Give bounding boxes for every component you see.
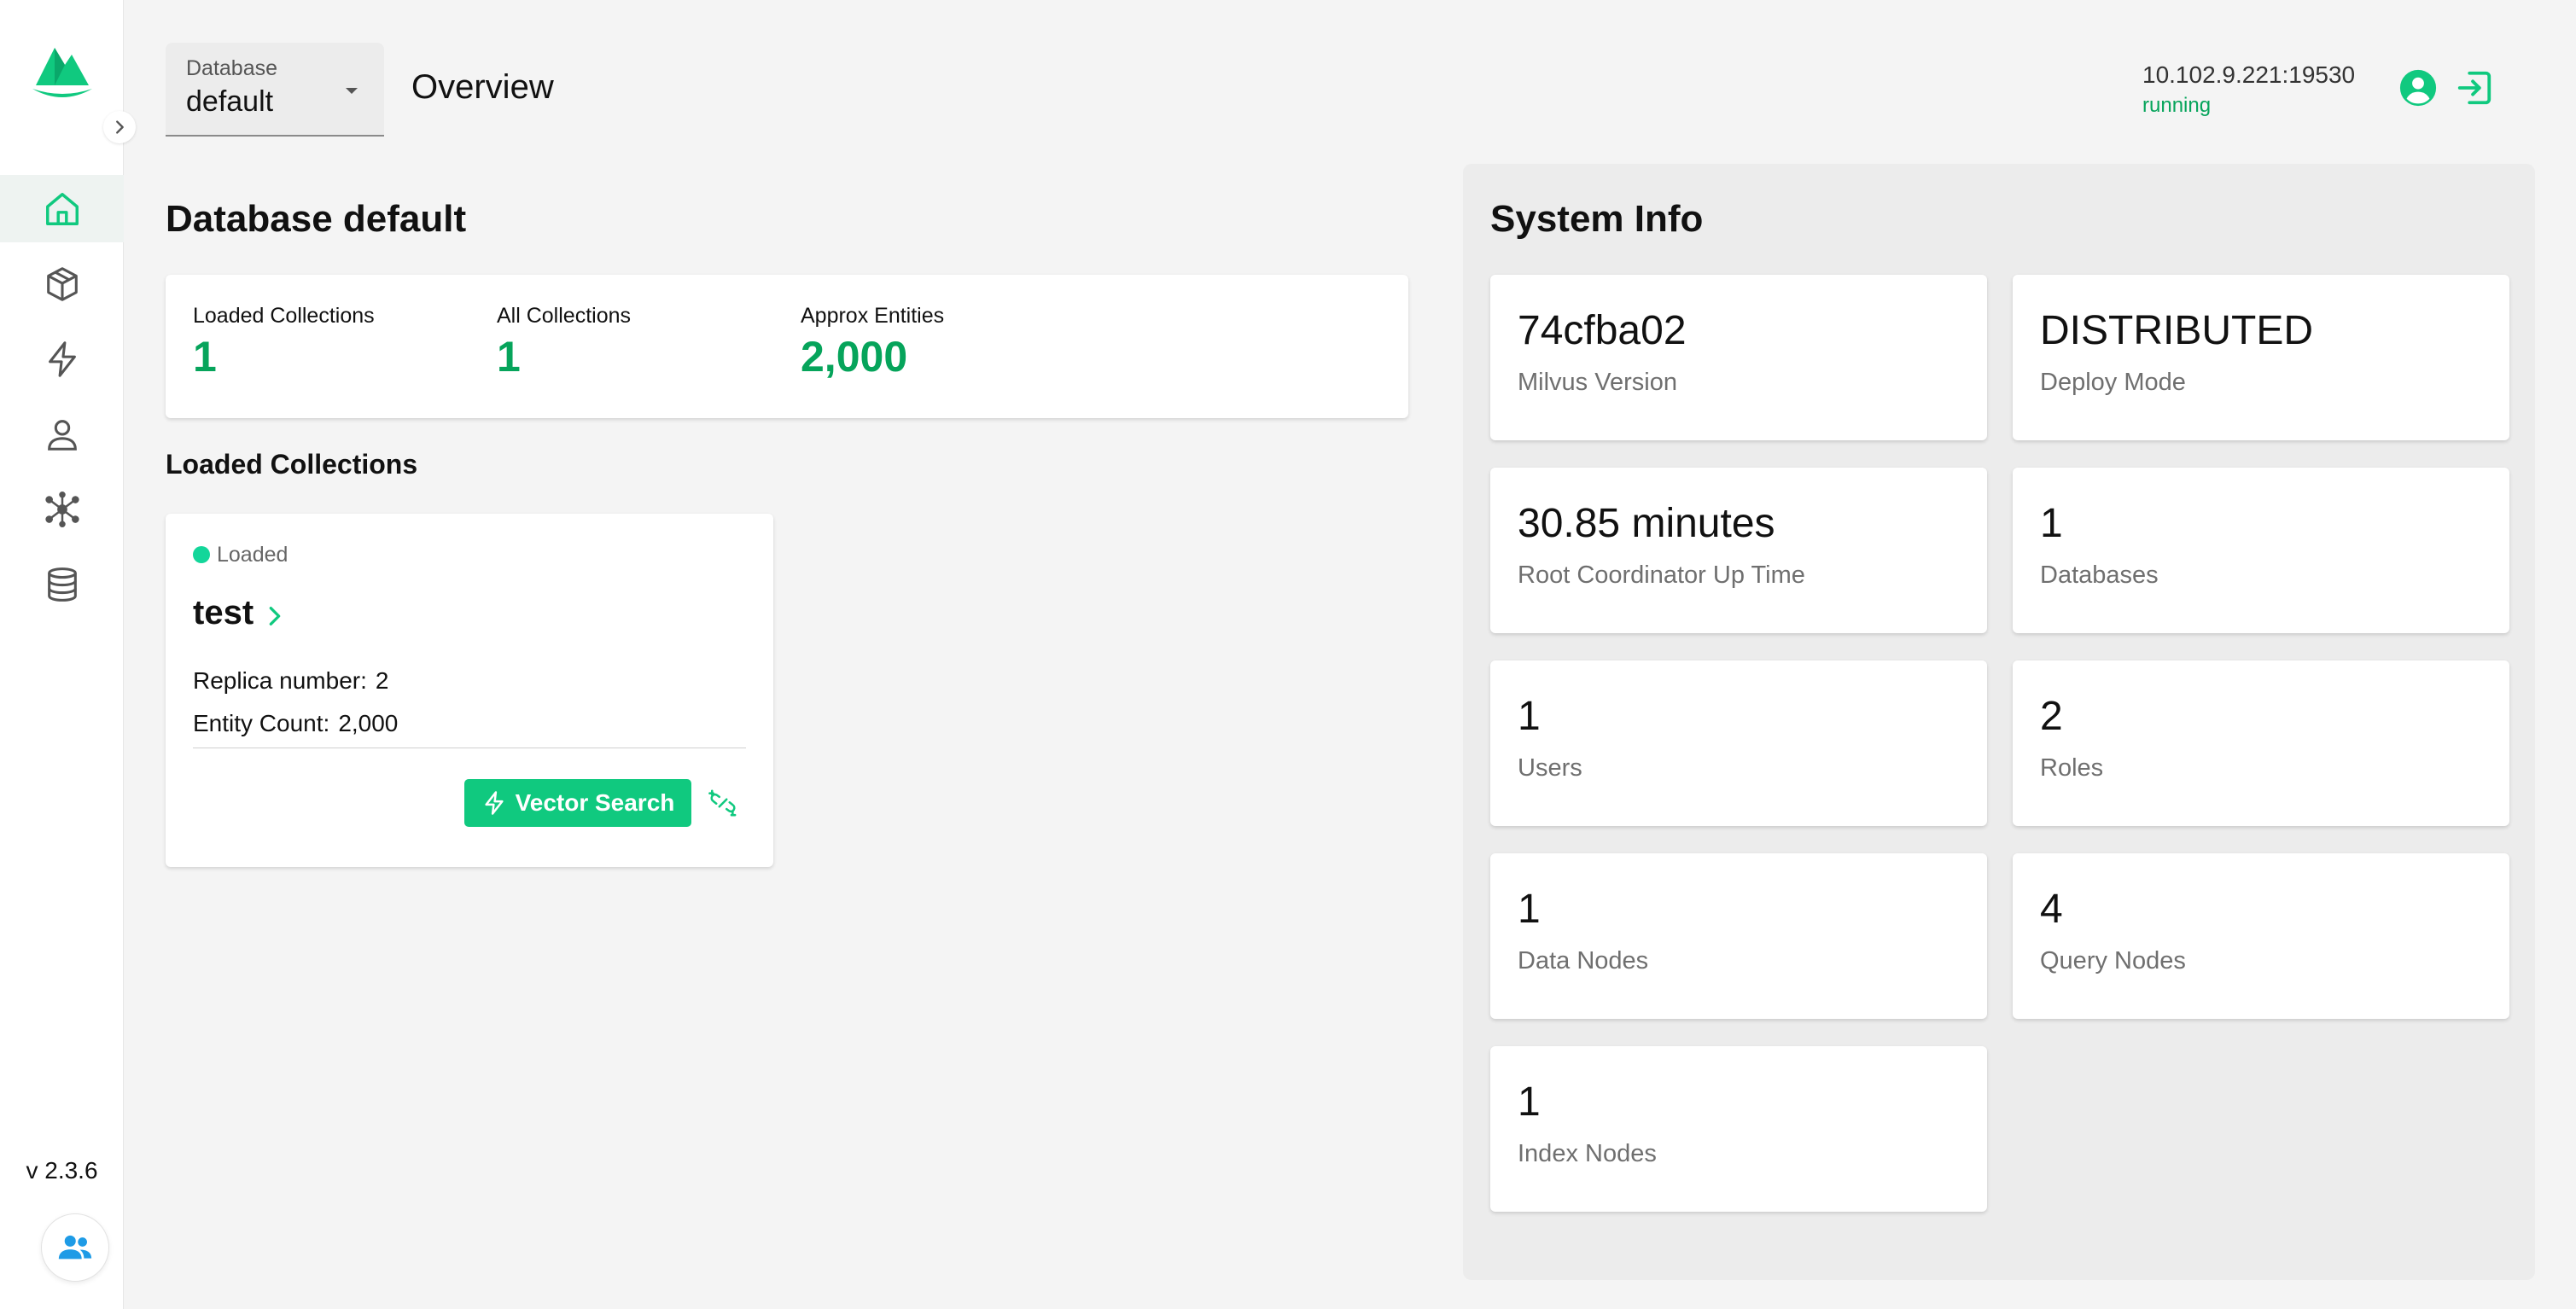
nav-item-databases[interactable] (0, 550, 124, 618)
sys-label: Milvus Version (1518, 369, 1677, 396)
user-account-icon[interactable] (2398, 68, 2438, 108)
logout-icon[interactable] (2455, 68, 2494, 108)
status-dot (193, 546, 210, 563)
sys-label: Data Nodes (1518, 947, 1649, 974)
sys-value: 1 (1518, 694, 1541, 739)
sys-label: Query Nodes (2040, 947, 2186, 974)
sys-label: Deploy Mode (2040, 369, 2186, 396)
sys-label: Index Nodes (1518, 1140, 1657, 1167)
stat-loaded-collections: Loaded Collections 1 (193, 304, 375, 381)
system-info-heading: System Info (1490, 198, 1704, 240)
home-icon (45, 192, 79, 225)
sys-value: 1 (1518, 887, 1541, 932)
sys-value: 2 (2040, 694, 2063, 739)
stat-value: 1 (497, 333, 521, 381)
replica-label: Replica number: (193, 667, 367, 694)
stat-value: 1 (193, 333, 217, 381)
sys-card-users: 1 Users (1490, 660, 1987, 826)
stat-label: Approx Entities (801, 304, 945, 328)
replica-value: 2 (375, 667, 389, 694)
entity-count: Entity Count: 2,000 (193, 710, 398, 737)
stat-all-collections: All Collections 1 (497, 304, 631, 381)
vector-search-button[interactable]: Vector Search (464, 779, 691, 827)
people-icon (58, 1235, 92, 1260)
nav-item-collections[interactable] (0, 250, 124, 317)
system-info-panel: System Info 74cfba02 Milvus Version DIST… (1463, 164, 2535, 1280)
sys-card-query-nodes: 4 Query Nodes (2013, 853, 2509, 1019)
sys-value: 1 (2040, 501, 2063, 546)
collection-card: Loaded test Replica number: 2 Entity Coun… (166, 514, 773, 867)
nav-item-home[interactable] (0, 175, 124, 242)
team-button[interactable] (41, 1213, 109, 1282)
network-icon (44, 491, 79, 527)
person-icon (47, 419, 77, 451)
sys-value: 4 (2040, 887, 2063, 932)
release-collection-icon[interactable] (708, 788, 737, 817)
database-stats-card: Loaded Collections 1 All Collections 1 A… (166, 275, 1408, 418)
sys-card-deploy-mode: DISTRIBUTED Deploy Mode (2013, 275, 2509, 440)
chevron-right-icon (116, 120, 124, 134)
lightning-icon (48, 340, 76, 377)
sys-card-index-nodes: 1 Index Nodes (1490, 1046, 1987, 1212)
database-heading: Database default (166, 198, 467, 240)
database-select-value: default (186, 85, 274, 118)
entity-count-label: Entity Count: (193, 710, 330, 736)
stat-label: Loaded Collections (193, 304, 375, 328)
sys-card-data-nodes: 1 Data Nodes (1490, 853, 1987, 1019)
replica-number: Replica number: 2 (193, 667, 388, 695)
entity-count-value: 2,000 (338, 710, 399, 736)
milvus-logo-icon[interactable] (29, 39, 96, 106)
server-status: running (2142, 94, 2212, 117)
sys-label: Root Coordinator Up Time (1518, 561, 1805, 589)
lightning-icon (484, 791, 504, 815)
sys-label: Roles (2040, 754, 2104, 782)
nav-item-search[interactable] (0, 325, 124, 393)
stat-value: 2,000 (801, 333, 908, 381)
sys-card-milvus-version: 74cfba02 Milvus Version (1490, 275, 1987, 440)
sys-value: 30.85 minutes (1518, 501, 1775, 546)
sys-value: 74cfba02 (1518, 308, 1687, 353)
loaded-collections-heading: Loaded Collections (166, 449, 418, 480)
stat-approx-entities: Approx Entities 2,000 (801, 304, 944, 381)
app-version: v 2.3.6 (26, 1157, 98, 1184)
collection-status: Loaded (217, 543, 288, 567)
sidebar-collapse-button[interactable] (103, 111, 136, 143)
cube-icon (46, 266, 78, 301)
sys-card-uptime: 30.85 minutes Root Coordinator Up Time (1490, 468, 1987, 633)
stat-label: All Collections (497, 304, 632, 328)
sys-card-roles: 2 Roles (2013, 660, 2509, 826)
sys-label: Databases (2040, 561, 2159, 589)
caret-down-icon (346, 88, 358, 94)
page-title: Overview (411, 68, 554, 106)
database-select[interactable]: Database default (166, 43, 384, 137)
sys-value: DISTRIBUTED (2040, 308, 2314, 353)
collection-name-link[interactable]: test (193, 594, 254, 632)
sidebar-nav (0, 175, 124, 625)
nav-item-users[interactable] (0, 400, 124, 468)
sys-value: 1 (1518, 1079, 1541, 1125)
sidebar: v 2.3.6 (0, 0, 124, 1309)
vector-search-label: Vector Search (515, 789, 675, 816)
sys-label: Users (1518, 754, 1582, 782)
database-icon (47, 567, 77, 602)
chevron-right-icon[interactable] (263, 602, 287, 630)
database-select-label: Database (186, 56, 278, 80)
nav-item-system[interactable] (0, 475, 124, 543)
server-address: 10.102.9.221:19530 (2142, 61, 2356, 88)
sys-card-databases: 1 Databases (2013, 468, 2509, 633)
